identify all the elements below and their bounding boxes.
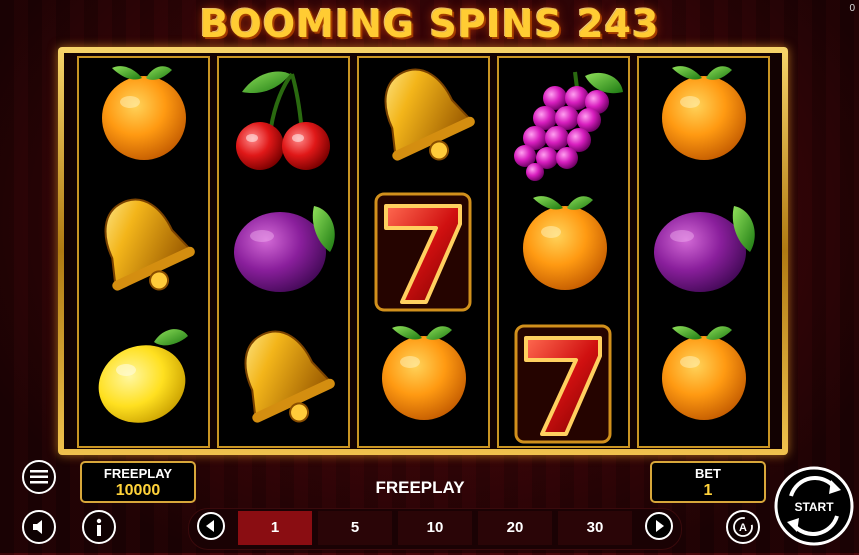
prev-arrow-icon <box>206 520 214 532</box>
seven-symbol <box>374 192 472 312</box>
autoplay-icon: A <box>733 517 753 537</box>
cherry-symbol <box>236 71 330 170</box>
top-right-counter: 0 <box>849 3 855 14</box>
bet-value: 1 <box>703 482 713 499</box>
menu-button[interactable] <box>22 460 56 494</box>
info-button[interactable] <box>82 510 116 544</box>
bet-next-button[interactable] <box>645 512 673 540</box>
orange-symbol <box>662 66 746 160</box>
lemon-symbol <box>98 329 188 423</box>
plum-symbol <box>234 206 335 292</box>
autoplay-button[interactable]: A <box>726 510 760 544</box>
bet-option-5[interactable]: 5 <box>318 511 392 545</box>
orange-symbol <box>662 326 746 420</box>
freeplay-balance-box: FREEPLAY 10000 <box>80 461 196 503</box>
bet-option-1[interactable]: 1 <box>238 511 312 545</box>
grapes-symbol <box>514 71 623 181</box>
bet-option-20[interactable]: 20 <box>478 511 552 545</box>
info-icon <box>96 518 102 536</box>
start-button[interactable]: START <box>773 458 855 550</box>
status-text: FREEPLAY <box>375 478 465 497</box>
bet-prev-button[interactable] <box>197 512 225 540</box>
bell-symbol <box>104 198 195 291</box>
next-arrow-icon <box>656 520 664 532</box>
freeplay-value: 10000 <box>115 482 161 499</box>
bet-label: BET <box>695 466 721 481</box>
bell-symbol <box>384 68 475 161</box>
sound-button[interactable] <box>22 510 56 544</box>
game-title: BOOMING SPINS 243 <box>199 2 660 46</box>
menu-icon <box>30 470 48 484</box>
orange-symbol <box>523 196 607 290</box>
sound-icon <box>33 520 42 534</box>
seven-symbol <box>514 324 612 444</box>
orange-symbol <box>382 326 466 420</box>
bet-box: BET 1 <box>650 461 766 503</box>
bet-option-10[interactable]: 10 <box>398 511 472 545</box>
freeplay-label: FREEPLAY <box>103 466 173 481</box>
bet-option-30[interactable]: 30 <box>558 511 632 545</box>
svg-text:A: A <box>739 522 747 534</box>
start-label: START <box>794 500 834 514</box>
plum-symbol <box>654 206 755 292</box>
bell-symbol <box>244 330 335 423</box>
orange-symbol <box>102 66 186 160</box>
